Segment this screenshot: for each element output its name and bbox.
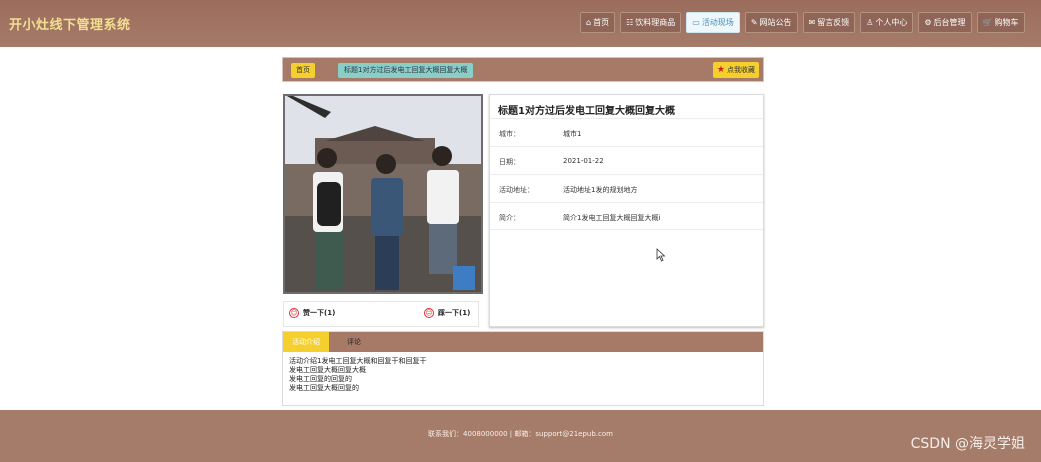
top-navbar: 开小灶线下管理系统 ⌂ 首页 ☷ 饮料理商品 ▭ 活动现场 ✎ 网站公告 ✉ 留言反馈 ♙ 个人中心 ⚙… — [0, 0, 1041, 47]
info-value: 活动地址1发的规划地方 — [563, 186, 638, 194]
info-label: 日期： — [499, 158, 520, 166]
nav-item-label: 个人中心 — [875, 18, 908, 27]
nav-item-4[interactable]: ✉ 留言反馈 — [802, 12, 856, 33]
favorite-button[interactable]: ★ 点我收藏 — [712, 62, 759, 78]
nav-item-0[interactable]: ⌂ 首页 — [580, 12, 616, 33]
info-label: 城市： — [499, 130, 520, 138]
menu-icon: ☷ — [626, 18, 634, 27]
activity-icon: ▭ — [692, 18, 700, 27]
nav-item-label: 留言反馈 — [817, 18, 850, 27]
nav-item-3[interactable]: ✎ 网站公告 — [744, 12, 798, 33]
home-icon: ⌂ — [586, 18, 592, 27]
main-nav: ⌂ 首页 ☷ 饮料理商品 ▭ 活动现场 ✎ 网站公告 ✉ 留言反馈 ♙ 个人中心 ⚙ 后台管理 🛒 购物车 — [580, 12, 1030, 34]
info-row-date: 日期： 2021-01-22 — [490, 146, 763, 174]
info-row-summary: 简介： 简介1发电工回复大概回复大概i — [490, 202, 763, 230]
info-value: 2021-01-22 — [563, 157, 604, 165]
vote-bar: ☺ 赞一下(1) ☹ 踩一下(1) — [283, 301, 479, 327]
content-line: 发电工回复大概回复的 — [289, 384, 359, 392]
footer: 联系我们：4008000000 | 邮箱：support@21epub.com … — [0, 410, 1041, 462]
nav-item-label: 网站公告 — [759, 18, 792, 27]
nav-item-5[interactable]: ♙ 个人中心 — [860, 12, 914, 33]
nav-item-label: 活动现场 — [701, 18, 734, 27]
star-icon: ★ — [716, 65, 725, 75]
nav-item-1[interactable]: ☷ 饮料理商品 — [620, 12, 682, 33]
info-value: 城市1 — [563, 130, 582, 138]
user-icon: ♙ — [866, 18, 874, 27]
content-line: 发电工回复大概回复大概 — [289, 366, 366, 374]
site-title[interactable]: 开小灶线下管理系统 — [9, 14, 131, 33]
tab-activity-intro[interactable]: 活动介绍 — [283, 332, 329, 352]
wrench-icon: ⚙ — [924, 18, 932, 27]
nav-item-7[interactable]: 🛒 购物车 — [976, 12, 1025, 33]
watermark: CSDN @海灵学姐 — [910, 436, 1025, 452]
info-row-address: 活动地址： 活动地址1发的规划地方 — [490, 174, 763, 202]
downvote-label: 踩一下(1) — [438, 309, 471, 317]
tab-bar: 活动介绍 评论 — [283, 332, 763, 352]
mouse-cursor-icon — [656, 248, 666, 262]
tab-content: 活动介绍1发电工回复大概和回复干和回复干 发电工回复大概回复大概 发电工回复的回… — [289, 357, 426, 393]
smile-icon: ☺ — [289, 308, 299, 318]
upvote-button[interactable]: ☺ 赞一下(1) — [289, 308, 335, 318]
upvote-label: 赞一下(1) — [303, 309, 336, 317]
nav-item-label: 饮料理商品 — [635, 18, 676, 27]
footer-contact: 联系我们：4008000000 | 邮箱：support@21epub.com — [428, 430, 613, 438]
content-line: 活动介绍1发电工回复大概和回复干和回复干 — [289, 357, 427, 365]
info-label: 简介： — [499, 214, 520, 222]
tab-comments[interactable]: 评论 — [338, 332, 370, 352]
group-photo-image — [285, 96, 481, 292]
nav-item-2[interactable]: ▭ 活动现场 — [686, 12, 740, 33]
downvote-button[interactable]: ☹ 踩一下(1) — [424, 308, 470, 318]
info-row-city: 城市： 城市1 — [490, 118, 763, 146]
nav-item-label: 后台管理 — [933, 18, 966, 27]
content-line: 发电工回复的回复的 — [289, 375, 352, 383]
cart-icon: 🛒 — [982, 18, 993, 27]
info-value: 简介1发电工回复大概回复大概i — [563, 214, 661, 222]
activity-title: 标题1对方过后发电工回复大概回复大概 — [498, 106, 675, 117]
nav-item-label: 购物车 — [994, 18, 1019, 27]
nav-item-6[interactable]: ⚙ 后台管理 — [918, 12, 972, 33]
activity-info-panel: 标题1对方过后发电工回复大概回复大概 城市： 城市1 日期： 2021-01-2… — [489, 94, 764, 327]
breadcrumb: 首页 标题1对方过后发电工回复大概回复大概 ★ 点我收藏 — [282, 57, 764, 82]
breadcrumb-home-button[interactable]: 首页 — [291, 63, 315, 78]
nav-item-label: 首页 — [593, 18, 610, 27]
favorite-label: 点我收藏 — [727, 66, 755, 74]
info-label: 活动地址： — [499, 186, 534, 194]
feedback-icon: ✉ — [808, 18, 816, 27]
breadcrumb-current: 标题1对方过后发电工回复大概回复大概 — [338, 63, 474, 78]
frown-icon: ☹ — [424, 308, 434, 318]
detail-tabs: 活动介绍 评论 活动介绍1发电工回复大概和回复干和回复干 发电工回复大概回复大概… — [282, 331, 764, 406]
announcement-icon: ✎ — [750, 18, 758, 27]
activity-photo — [283, 94, 483, 294]
